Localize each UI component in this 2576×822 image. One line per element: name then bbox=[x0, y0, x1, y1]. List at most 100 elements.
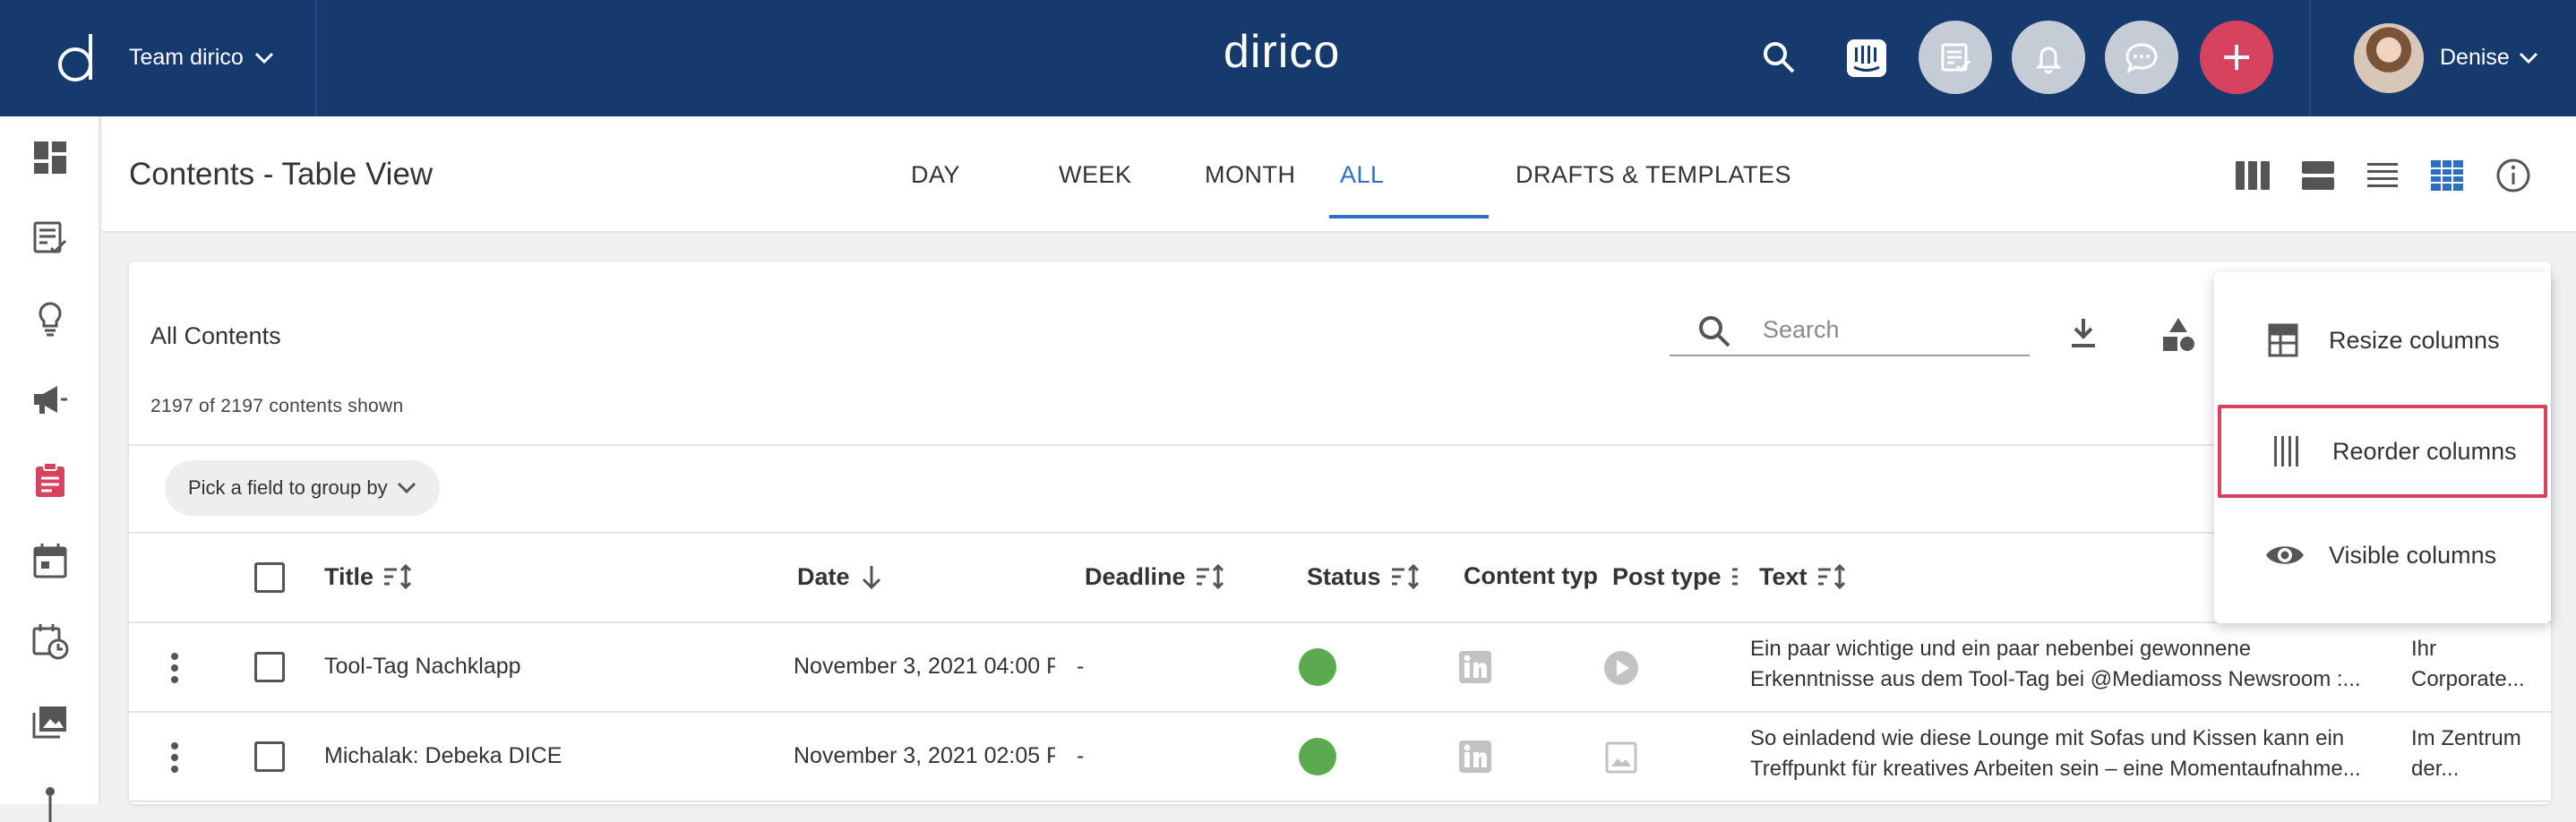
arrow-down-icon[interactable] bbox=[859, 562, 884, 591]
sidebar bbox=[0, 116, 100, 822]
row-deadline: - bbox=[1077, 743, 1085, 768]
search-box bbox=[1670, 306, 2030, 356]
column-header-content-type[interactable]: Content typ bbox=[1464, 562, 1607, 590]
contents-card: All Contents 2197 of 2197 contents shown… bbox=[129, 261, 2551, 804]
schedule-icon[interactable] bbox=[30, 621, 70, 661]
brand-wordmark: dirico bbox=[1224, 26, 1341, 78]
column-header-deadline-label: Deadline bbox=[1085, 562, 1186, 590]
table-view-icon[interactable] bbox=[2427, 158, 2467, 193]
dirico-logo-icon[interactable] bbox=[39, 25, 113, 91]
row-extra-line: Ihr bbox=[2411, 637, 2437, 661]
columns-view-icon[interactable] bbox=[2234, 158, 2273, 193]
sort-icon[interactable] bbox=[382, 562, 415, 591]
resize-columns-icon bbox=[2268, 323, 2298, 357]
row-deadline: - bbox=[1077, 654, 1085, 679]
tab-week[interactable]: WEEK bbox=[1059, 161, 1132, 189]
row-extra-line: Im Zentrum bbox=[2411, 726, 2521, 750]
bell-icon bbox=[2035, 47, 2062, 74]
linkedin-icon bbox=[1459, 741, 1491, 773]
chevron-down-icon bbox=[254, 52, 273, 64]
menu-item-visible-columns[interactable]: Visible columns bbox=[2214, 509, 2551, 602]
clipboard-icon[interactable] bbox=[30, 460, 70, 500]
row-menu-icon[interactable] bbox=[170, 741, 179, 774]
sort-icon[interactable] bbox=[1730, 562, 1739, 591]
row-date: November 3, 2021 02:05 PI bbox=[794, 743, 1055, 768]
download-icon[interactable] bbox=[2067, 315, 2099, 351]
more-icon[interactable] bbox=[30, 783, 70, 822]
team-switcher[interactable]: Team dirico bbox=[129, 45, 274, 71]
tab-day[interactable]: DAY bbox=[911, 161, 960, 189]
search-input[interactable] bbox=[1763, 313, 2014, 346]
user-name: Denise bbox=[2440, 45, 2510, 70]
info-icon[interactable] bbox=[2494, 158, 2533, 193]
avatar[interactable] bbox=[2354, 23, 2424, 93]
sort-icon[interactable] bbox=[1195, 562, 1227, 591]
media-icon[interactable] bbox=[30, 702, 70, 741]
menu-item-label: Resize columns bbox=[2329, 326, 2500, 354]
column-header-post-type[interactable]: Post type bbox=[1612, 562, 1739, 591]
content-list-icon[interactable] bbox=[30, 218, 70, 258]
chevron-down-icon bbox=[2519, 52, 2537, 64]
dashboard-icon[interactable] bbox=[30, 138, 70, 177]
tasks-icon bbox=[1941, 43, 1971, 73]
column-header-title[interactable]: Title bbox=[324, 562, 415, 591]
tab-drafts-templates[interactable]: DRAFTS & TEMPLATES bbox=[1516, 161, 1791, 189]
row-checkbox[interactable] bbox=[254, 652, 285, 682]
tasks-button[interactable] bbox=[1919, 21, 1992, 94]
row-checkbox[interactable] bbox=[254, 741, 285, 772]
image-icon bbox=[1605, 741, 1637, 774]
row-text-line: Erkenntnisse aus dem Tool-Tag bei @Media… bbox=[1750, 667, 2361, 691]
column-header-status[interactable]: Status bbox=[1307, 562, 1422, 591]
active-tab-indicator bbox=[1329, 215, 1489, 218]
campaign-icon[interactable] bbox=[30, 380, 70, 419]
menu-item-label: Reorder columns bbox=[2332, 437, 2517, 465]
tab-all[interactable]: ALL bbox=[1340, 161, 1385, 189]
ideas-icon[interactable] bbox=[30, 299, 70, 338]
column-header-date[interactable]: Date bbox=[797, 562, 884, 591]
cards-view-icon[interactable] bbox=[2298, 158, 2338, 193]
row-extra-line: der... bbox=[2411, 757, 2460, 781]
menu-item-reorder-columns[interactable]: Reorder columns bbox=[2218, 405, 2547, 498]
row-text: Ein paar wichtige und ein paar nebenbei … bbox=[1750, 634, 2522, 695]
notifications-button[interactable] bbox=[2012, 21, 2085, 94]
row-text-line: Ein paar wichtige und ein paar nebenbei … bbox=[1750, 637, 2252, 661]
divider bbox=[129, 532, 2551, 534]
chat-icon bbox=[2125, 43, 2158, 74]
chevron-down-icon bbox=[397, 482, 416, 494]
calendar-icon[interactable] bbox=[30, 541, 70, 580]
column-header-text-label: Text bbox=[1759, 562, 1807, 590]
row-date: November 3, 2021 04:00 PI bbox=[794, 654, 1055, 679]
sort-icon[interactable] bbox=[1816, 562, 1849, 591]
search-icon[interactable] bbox=[1761, 39, 1797, 75]
row-extra: Im Zentrum der... bbox=[2411, 724, 2546, 784]
column-options-menu: Resize columns Reorder columns Visible c… bbox=[2214, 272, 2551, 623]
add-content-button[interactable] bbox=[2200, 21, 2273, 94]
chat-button[interactable] bbox=[2105, 21, 2178, 94]
page-title: Contents - Table View bbox=[129, 157, 434, 192]
user-menu[interactable]: Denise bbox=[2440, 45, 2538, 71]
reorder-columns-icon bbox=[2274, 436, 2298, 467]
status-indicator bbox=[1299, 738, 1336, 775]
logo-area: Team dirico bbox=[0, 0, 317, 116]
column-header-text[interactable]: Text bbox=[1759, 562, 1849, 591]
select-all-checkbox[interactable] bbox=[254, 562, 285, 593]
menu-item-label: Visible columns bbox=[2329, 541, 2497, 569]
intercom-icon[interactable] bbox=[1845, 38, 1888, 79]
row-menu-icon[interactable] bbox=[170, 652, 179, 684]
shapes-icon[interactable] bbox=[2159, 315, 2198, 355]
row-title[interactable]: Tool-Tag Nachklapp bbox=[324, 654, 521, 680]
group-by-chip[interactable]: Pick a field to group by bbox=[165, 460, 440, 516]
top-bar: Team dirico dirico Denise bbox=[0, 0, 2576, 116]
list-view-icon[interactable] bbox=[2363, 158, 2402, 193]
row-title[interactable]: Michalak: Debeka DICE bbox=[324, 743, 562, 769]
eye-icon bbox=[2266, 546, 2304, 564]
tab-month[interactable]: MONTH bbox=[1205, 161, 1295, 189]
contents-count: 2197 of 2197 contents shown bbox=[150, 396, 404, 416]
menu-item-resize-columns[interactable]: Resize columns bbox=[2214, 294, 2551, 387]
sub-header: Contents - Table View DAY WEEK MONTH ALL… bbox=[102, 116, 2576, 233]
row-extra: Ihr Corporate... bbox=[2411, 634, 2546, 695]
row-text: So einladend wie diese Lounge mit Sofas … bbox=[1750, 724, 2522, 784]
team-label: Team dirico bbox=[129, 45, 244, 70]
column-header-deadline[interactable]: Deadline bbox=[1085, 562, 1227, 591]
sort-icon[interactable] bbox=[1390, 562, 1422, 591]
